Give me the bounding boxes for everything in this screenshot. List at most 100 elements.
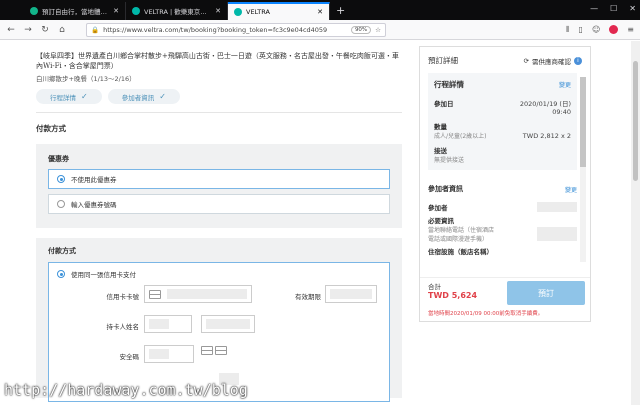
bookmark-star-icon[interactable]: ☆ xyxy=(375,26,381,34)
lock-icon: 🔒 xyxy=(91,25,100,34)
maximize-icon[interactable]: ☐ xyxy=(610,4,617,13)
address-bar[interactable]: 🔒 https://www.veltra.com/tw/booking?book… xyxy=(86,22,386,37)
date-row: 參加日 2020/01/19 (日) xyxy=(434,98,571,108)
browser-tab-active[interactable]: VELTRA ✕ xyxy=(228,2,330,20)
option-label: 不使用此優惠券 xyxy=(71,176,117,184)
pill-label: 行程詳情 xyxy=(50,93,76,102)
time-value: 09:40 xyxy=(552,108,571,116)
site-favicon-icon xyxy=(132,7,140,15)
tab-close-icon[interactable]: ✕ xyxy=(317,8,323,16)
participants-header: 參加者資訊 變更 xyxy=(428,184,577,194)
enter-coupon-option[interactable]: 輸入優惠券號碼 xyxy=(48,194,390,214)
home-icon[interactable]: ⌂ xyxy=(57,25,67,35)
time-row: 09:40 xyxy=(434,108,571,116)
cvv-label: 安全碼 xyxy=(119,353,140,361)
forward-icon[interactable]: → xyxy=(23,25,33,35)
expiry-input[interactable] xyxy=(325,285,377,303)
cardholder-last-input[interactable] xyxy=(201,315,255,333)
zoom-level[interactable]: 90% xyxy=(350,25,372,34)
quantity-value: TWD 2,812 x 2 xyxy=(522,131,571,140)
masked-value xyxy=(537,202,577,212)
account-icon[interactable]: ☺ xyxy=(592,25,600,34)
divider xyxy=(36,112,402,113)
option-label: 輸入優惠券號碼 xyxy=(71,201,117,209)
summary-scrollbar[interactable] xyxy=(580,77,586,262)
new-tab-icon[interactable]: + xyxy=(330,4,351,20)
pill-label: 參加者資訊 xyxy=(121,93,155,102)
edit-details-link[interactable]: 變更 xyxy=(559,80,571,89)
cvv-card-back-icon xyxy=(215,346,227,355)
radio-selected[interactable] xyxy=(57,270,65,278)
site-favicon-icon xyxy=(30,7,38,15)
sidebar-icon[interactable]: ▯ xyxy=(579,25,583,34)
browser-tab-bar: 預訂自由行，當地體驗以及觀光 ✕ VELTRA | 歡樂東京盛事 百顏玩樂 ✕ … xyxy=(0,0,640,20)
summary-scroll-area[interactable]: 行程詳情 變更 參加日 2020/01/19 (日) 09:40 數量 成人/兒… xyxy=(428,73,577,301)
cvv-card-icon xyxy=(201,346,213,355)
minimize-icon[interactable]: — xyxy=(590,4,598,13)
page-scrollbar[interactable] xyxy=(631,41,640,405)
booking-summary-panel: 預訂詳細 ⟳ 需供應商確認 i 行程詳情 變更 參加日 2020/01/19 (… xyxy=(419,46,591,322)
participant-row: 參加者 xyxy=(428,202,577,212)
radio-unselected[interactable] xyxy=(57,200,65,208)
window-controls: — ☐ ✕ xyxy=(590,4,636,13)
back-icon[interactable]: ← xyxy=(6,25,16,35)
tab-close-icon[interactable]: ✕ xyxy=(113,7,119,15)
library-icon[interactable]: ⫴ xyxy=(566,25,569,35)
card-number-label: 信用卡卡號 xyxy=(106,293,140,301)
browser-tab[interactable]: VELTRA | 歡樂東京盛事 百顏玩樂 ✕ xyxy=(126,2,228,20)
browser-tab[interactable]: 預訂自由行，當地體驗以及觀光 ✕ xyxy=(24,2,126,20)
quantity-row: 成人/兒童(2歲以上) TWD 2,812 x 2 xyxy=(434,131,571,141)
masked-value xyxy=(149,349,169,359)
total-label: 合計 xyxy=(428,283,441,291)
page-content: 【岐阜四季】世界遺產白川鄉合掌村散步+飛驒高山古街・巴士一日遊（英文服務・名古屋… xyxy=(0,41,631,405)
tour-details-pill[interactable]: 行程詳情 ✓ xyxy=(36,89,102,104)
card-number-input[interactable] xyxy=(144,285,252,303)
supplier-confirm[interactable]: ⟳ 需供應商確認 i xyxy=(524,56,582,66)
total-value: TWD 5,624 xyxy=(428,291,478,300)
info-icon[interactable]: i xyxy=(574,56,582,65)
coupon-box: 優惠券 不使用此優惠券 輸入優惠券號碼 xyxy=(36,144,402,228)
option-label: 使用同一張信用卡支付 xyxy=(71,271,136,279)
pickup-label: 接送 xyxy=(434,147,447,155)
browser-nav-bar: ← → ↻ ⌂ 🔒 https://www.veltra.com/tw/book… xyxy=(0,20,640,40)
payment-method-box: 付款方式 使用同一張信用卡支付 信用卡卡號 有效期限 持卡人姓名 安全碼 xyxy=(36,238,402,402)
scroll-thumb[interactable] xyxy=(580,77,586,167)
participant-info-pill[interactable]: 參加者資訊 ✓ xyxy=(107,89,180,104)
pickup-value: 無提供接送 xyxy=(434,157,465,164)
watermark-text: http://hardaway.com.tw/blog xyxy=(4,381,248,399)
no-coupon-option[interactable]: 不使用此優惠券 xyxy=(48,169,390,189)
radio-selected[interactable] xyxy=(57,175,65,183)
quantity-type: 成人/兒童(2歲以上) xyxy=(434,133,487,140)
cvv-input[interactable] xyxy=(144,345,194,363)
masked-value xyxy=(537,227,577,241)
tour-title: 【岐阜四季】世界遺產白川鄉合掌村散步+飛驒高山古街・巴士一日遊（英文服務・名古屋… xyxy=(36,52,399,70)
tab-title: VELTRA | 歡樂東京盛事 百顏玩樂 xyxy=(144,8,212,16)
reload-icon[interactable]: ↻ xyxy=(40,25,50,35)
same-card-option[interactable]: 使用同一張信用卡支付 xyxy=(49,263,389,285)
extension-icon[interactable] xyxy=(609,25,619,34)
total-area: 合計 TWD 5,624 預訂 當地時間2020/01/09 00:00前免取消… xyxy=(420,277,590,321)
tab-close-icon[interactable]: ✕ xyxy=(215,7,221,15)
tour-subtitle: 白川鄉散步+晚餐（1/13～2/16） xyxy=(36,75,136,83)
scroll-thumb[interactable] xyxy=(633,61,638,181)
toolbar-icons: ⫴ ▯ ☺ ≡ xyxy=(566,25,634,35)
tab-title: VELTRA xyxy=(246,8,270,16)
date-label: 參加日 xyxy=(434,100,454,108)
check-icon: ✓ xyxy=(159,92,166,101)
tour-details-box: 行程詳情 變更 參加日 2020/01/19 (日) 09:40 數量 成人/兒… xyxy=(428,73,577,170)
details-title: 行程詳情 xyxy=(434,80,464,89)
summary-title: 預訂詳細 xyxy=(428,56,458,65)
cardholder-first-input[interactable] xyxy=(144,315,192,333)
book-button[interactable]: 預訂 xyxy=(507,281,585,305)
edit-participants-link[interactable]: 變更 xyxy=(565,185,577,194)
masked-value xyxy=(149,319,169,329)
participants-title: 參加者資訊 xyxy=(428,185,463,193)
window-close-icon[interactable]: ✕ xyxy=(629,4,636,13)
coupon-heading: 優惠券 xyxy=(48,155,69,163)
required-label: 必要資訊 xyxy=(428,217,454,225)
booking-form: 【岐阜四季】世界遺產白川鄉合掌村散步+飛驒高山古街・巴士一日遊（英文服務・名古屋… xyxy=(36,41,402,402)
menu-icon[interactable]: ≡ xyxy=(627,25,634,34)
credit-card-icon xyxy=(149,290,161,299)
required-note: 當地聯絡電話（住宿酒店 xyxy=(428,227,495,234)
masked-value xyxy=(206,319,250,329)
